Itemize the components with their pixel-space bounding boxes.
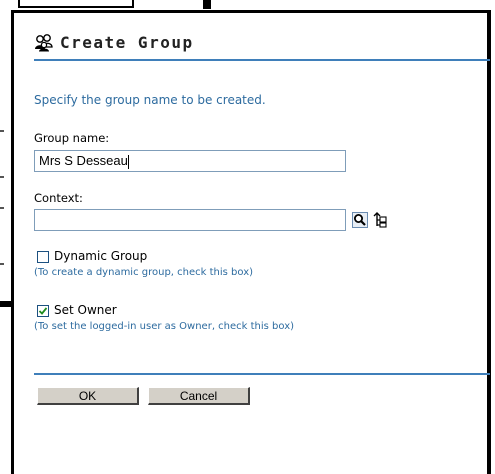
dynamic-group-checkbox[interactable] — [37, 251, 49, 263]
dialog-header: Create Group — [34, 33, 194, 52]
group-name-label: Group name: — [34, 131, 110, 145]
dynamic-group-hint: (To create a dynamic group, check this b… — [34, 267, 254, 278]
dialog-description: Specify the group name to be created. — [34, 93, 266, 107]
background-tick — [0, 176, 4, 178]
set-owner-checkbox[interactable] — [37, 305, 49, 317]
tree-browse-icon[interactable] — [372, 212, 388, 228]
dynamic-group-label: Dynamic Group — [54, 249, 148, 263]
group-name-input[interactable]: Mrs S Desseau — [34, 150, 346, 172]
group-icon — [34, 33, 54, 52]
checkmark-icon — [38, 307, 48, 315]
set-owner-hint: (To set the logged-in user as Owner, che… — [34, 321, 295, 332]
context-label: Context: — [34, 191, 83, 205]
text-caret — [127, 154, 129, 169]
footer-divider — [34, 373, 490, 375]
title-divider — [34, 59, 490, 61]
create-group-dialog: Create Group Specify the group name to b… — [11, 10, 491, 474]
ok-button[interactable]: OK — [37, 387, 139, 405]
background-tick — [0, 130, 4, 132]
group-name-value: Mrs S Desseau — [39, 153, 128, 168]
background-tick — [0, 263, 4, 265]
set-owner-label: Set Owner — [54, 303, 117, 317]
context-input[interactable] — [34, 209, 346, 231]
background-window-tab — [18, 0, 134, 8]
background-window-marker — [203, 0, 211, 9]
background-tick — [0, 207, 4, 209]
dialog-title: Create Group — [60, 33, 194, 52]
cancel-button[interactable]: Cancel — [148, 387, 250, 405]
search-icon[interactable] — [352, 212, 368, 228]
